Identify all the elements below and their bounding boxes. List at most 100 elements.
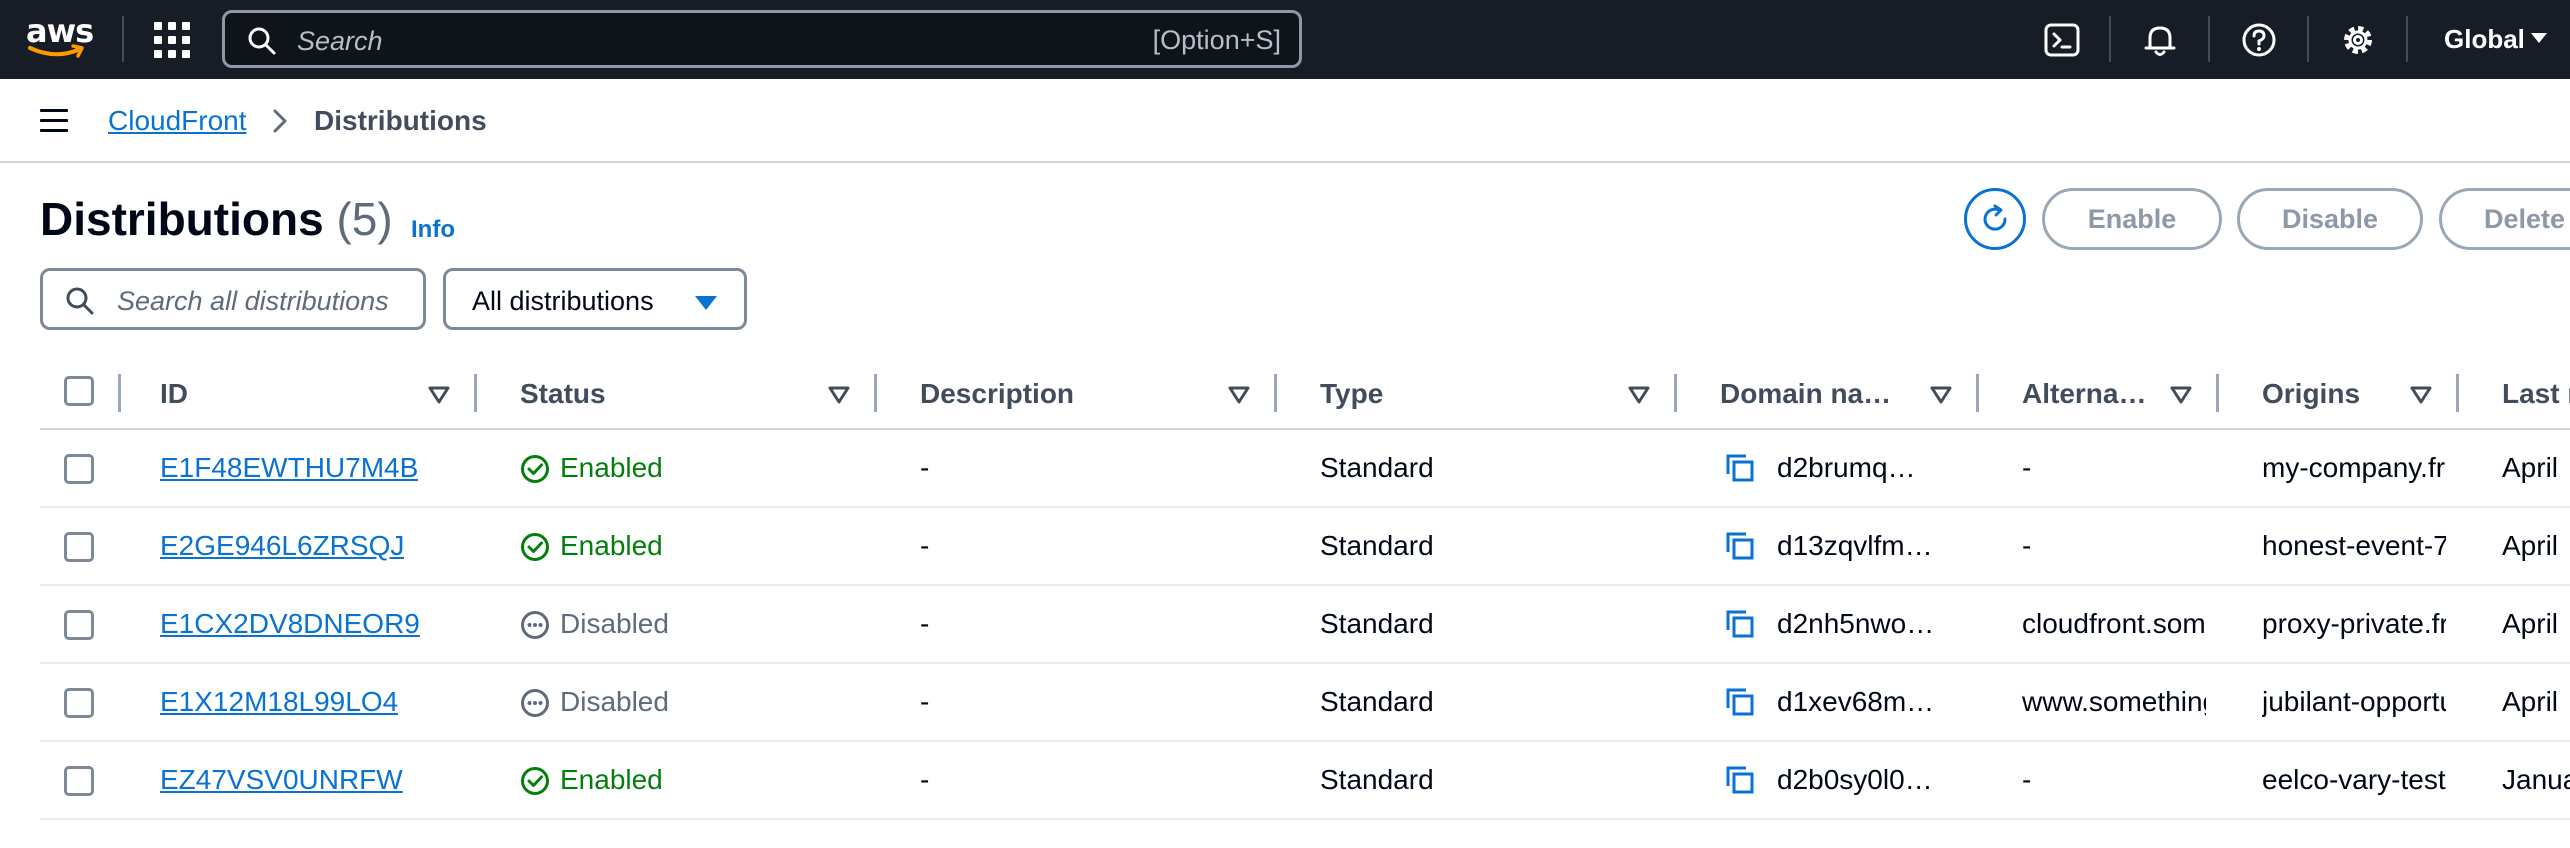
table-row[interactable]: E1F48EWTHU7M4B Enabled - Standard d2brum… xyxy=(40,430,2570,508)
enable-button[interactable]: Enable xyxy=(2042,188,2222,250)
copy-icon[interactable] xyxy=(1724,452,1756,484)
aws-logo[interactable]: aws xyxy=(26,12,94,64)
column-divider[interactable] xyxy=(1976,374,1979,412)
copy-icon[interactable] xyxy=(1724,764,1756,796)
alternate-domain-cell: - xyxy=(2022,452,2032,483)
top-navigation: aws Search [Option+S] Global xyxy=(0,0,2570,79)
menu-icon[interactable] xyxy=(40,109,68,132)
breadcrumb-cloudfront-link[interactable]: CloudFront xyxy=(108,105,247,137)
row-checkbox[interactable] xyxy=(64,454,94,484)
select-all-checkbox[interactable] xyxy=(64,376,94,406)
distribution-id-link[interactable]: E1X12M18L99LO4 xyxy=(160,686,398,718)
distribution-search-input[interactable]: Search all distributions xyxy=(40,268,426,330)
nav-divider xyxy=(2307,16,2309,62)
distribution-id-link[interactable]: E2GE946L6ZRSQJ xyxy=(160,530,404,562)
type-cell: Standard xyxy=(1320,764,1434,795)
sort-icon[interactable] xyxy=(2410,386,2432,404)
chevron-right-icon xyxy=(273,109,287,133)
alternate-domain-cell: - xyxy=(2022,530,2032,561)
info-link[interactable]: Info xyxy=(411,216,455,244)
refresh-button[interactable] xyxy=(1964,188,2026,250)
disabled-status-icon xyxy=(521,689,549,717)
row-checkbox[interactable] xyxy=(64,688,94,718)
distribution-id-link[interactable]: E1CX2DV8DNEOR9 xyxy=(160,608,420,640)
origins-cell: jubilant-opportu xyxy=(2262,686,2446,717)
copy-icon[interactable] xyxy=(1724,686,1756,718)
sort-icon[interactable] xyxy=(1930,386,1952,404)
disable-button[interactable]: Disable xyxy=(2237,188,2423,250)
domain-name-cell: d2nh5nwo… xyxy=(1777,608,1935,639)
nav-divider xyxy=(2109,16,2111,62)
type-cell: Standard xyxy=(1320,530,1434,561)
caret-down-icon xyxy=(695,296,717,310)
last-modified-cell: April xyxy=(2502,452,2559,483)
column-divider[interactable] xyxy=(1674,374,1677,412)
nav-divider xyxy=(2406,16,2408,62)
alternate-domain-cell: - xyxy=(2022,764,2032,795)
breadcrumb-current: Distributions xyxy=(314,105,487,136)
type-cell: Standard xyxy=(1320,608,1434,639)
column-header-id[interactable]: ID xyxy=(160,378,188,410)
cloudshell-icon[interactable] xyxy=(2042,20,2082,60)
column-header-type[interactable]: Type xyxy=(1320,378,1383,410)
sort-icon[interactable] xyxy=(2170,386,2192,404)
column-divider[interactable] xyxy=(2216,374,2219,412)
alternate-domain-cell: cloudfront.some xyxy=(2022,608,2206,639)
breadcrumb: CloudFront Distributions xyxy=(0,79,2570,163)
column-header-origins[interactable]: Origins xyxy=(2262,378,2360,410)
column-header-domain-name[interactable]: Domain na… xyxy=(1720,378,1891,410)
aws-logo-text: aws xyxy=(26,12,94,50)
status-text: Enabled xyxy=(560,530,663,561)
table-row[interactable]: EZ47VSV0UNRFW Enabled - Standard d2b0sy0… xyxy=(40,742,2570,820)
distribution-id-link[interactable]: E1F48EWTHU7M4B xyxy=(160,452,418,484)
row-checkbox[interactable] xyxy=(64,766,94,796)
bell-icon[interactable] xyxy=(2140,20,2180,60)
copy-icon[interactable] xyxy=(1724,608,1756,640)
column-divider[interactable] xyxy=(874,374,877,412)
global-search-input[interactable]: Search [Option+S] xyxy=(222,10,1302,68)
column-divider[interactable] xyxy=(2456,374,2459,412)
column-divider[interactable] xyxy=(474,374,477,412)
sort-icon[interactable] xyxy=(1228,386,1250,404)
apps-grid-icon[interactable] xyxy=(154,22,190,58)
copy-icon[interactable] xyxy=(1724,530,1756,562)
table-row[interactable]: E1X12M18L99LO4 Disabled - Standard d1xev… xyxy=(40,664,2570,742)
column-header-description[interactable]: Description xyxy=(920,378,1074,410)
help-icon[interactable] xyxy=(2239,20,2279,60)
check-circle-icon xyxy=(521,455,549,483)
distribution-id-link[interactable]: EZ47VSV0UNRFW xyxy=(160,764,403,796)
table-row[interactable]: E2GE946L6ZRSQJ Enabled - Standard d13zqv… xyxy=(40,508,2570,586)
column-divider xyxy=(118,374,121,412)
table-header: ID Status Description Type Domain na… Al… xyxy=(40,360,2570,430)
caret-down-icon[interactable] xyxy=(2530,32,2548,44)
column-header-alternate-domain[interactable]: Alterna… xyxy=(2022,378,2146,410)
search-placeholder: Search all distributions xyxy=(117,286,389,316)
sort-icon[interactable] xyxy=(1628,386,1650,404)
gear-icon[interactable] xyxy=(2338,20,2378,60)
search-icon xyxy=(248,27,276,55)
row-checkbox[interactable] xyxy=(64,532,94,562)
search-shortcut: [Option+S] xyxy=(1152,25,1281,55)
sort-icon[interactable] xyxy=(428,386,450,404)
origins-cell: my-company.fra xyxy=(2262,452,2446,483)
description-cell: - xyxy=(920,764,930,795)
delete-button[interactable]: Delete xyxy=(2439,188,2570,250)
origins-cell: honest-event-76 xyxy=(2262,530,2446,561)
column-divider[interactable] xyxy=(1274,374,1277,412)
region-selector[interactable]: Global xyxy=(2444,24,2525,55)
last-modified-cell: Janua xyxy=(2502,764,2570,795)
sort-icon[interactable] xyxy=(828,386,850,404)
status-text: Enabled xyxy=(560,764,663,795)
column-header-status[interactable]: Status xyxy=(520,378,606,410)
status-text: Enabled xyxy=(560,452,663,483)
row-checkbox[interactable] xyxy=(64,610,94,640)
domain-name-cell: d1xev68m… xyxy=(1777,686,1935,717)
origins-cell: eelco-vary-test. xyxy=(2262,764,2446,795)
search-placeholder: Search xyxy=(297,26,383,56)
table-row[interactable]: E1CX2DV8DNEOR9 Disabled - Standard d2nh5… xyxy=(40,586,2570,664)
description-cell: - xyxy=(920,452,930,483)
distribution-filter-select[interactable]: All distributions xyxy=(443,268,747,330)
refresh-icon xyxy=(1983,204,2007,231)
column-header-last-modified[interactable]: Last m xyxy=(2502,378,2570,410)
type-cell: Standard xyxy=(1320,452,1434,483)
